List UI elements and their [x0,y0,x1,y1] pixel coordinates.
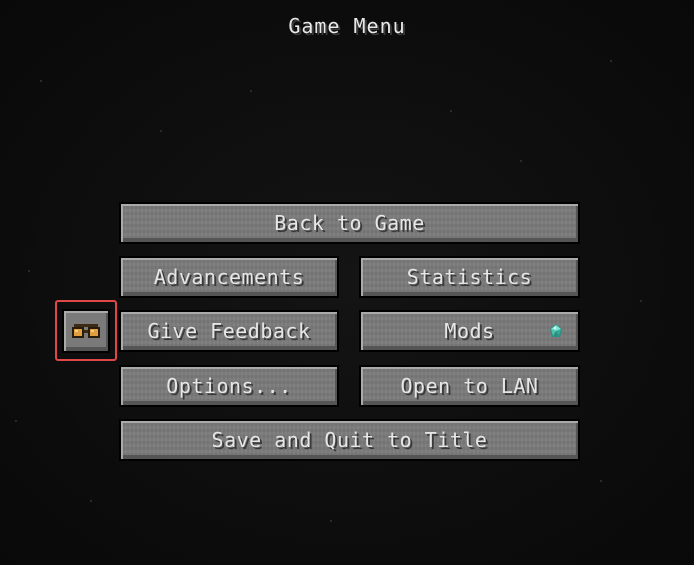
statistics-button[interactable]: Statistics [359,256,580,298]
menu-title: Game Menu [288,14,406,38]
game-menu-screen: Game Menu Back to Game Advancements Stat… [0,0,694,565]
mods-label: Mods [444,319,495,343]
give-feedback-label: Give Feedback [147,319,311,343]
background-speck [250,90,252,92]
background-speck [90,500,92,502]
options-label: Options... [166,374,292,398]
advancements-label: Advancements [153,265,305,289]
background-speck [450,110,452,112]
background-speck [28,270,30,272]
options-button[interactable]: Options... [119,365,339,407]
save-and-quit-label: Save and Quit to Title [211,428,488,452]
gem-icon [550,324,562,337]
background-speck [640,300,642,302]
background-speck [520,160,522,162]
back-to-game-button[interactable]: Back to Game [119,202,580,244]
background-speck [610,60,612,62]
background-speck [15,420,17,422]
save-and-quit-button[interactable]: Save and Quit to Title [119,419,580,461]
background-speck [600,480,602,482]
goggles-icon [72,324,100,338]
advancements-button[interactable]: Advancements [119,256,339,298]
background-speck [160,130,162,132]
mods-button[interactable]: Mods [359,310,580,352]
back-to-game-label: Back to Game [274,211,425,235]
open-to-lan-button[interactable]: Open to LAN [359,365,580,407]
feedback-icon-button[interactable] [62,309,110,353]
background-speck [40,80,42,82]
give-feedback-button[interactable]: Give Feedback [119,310,339,352]
open-to-lan-label: Open to LAN [400,374,539,398]
statistics-label: Statistics [406,265,533,289]
background-speck [330,520,332,522]
